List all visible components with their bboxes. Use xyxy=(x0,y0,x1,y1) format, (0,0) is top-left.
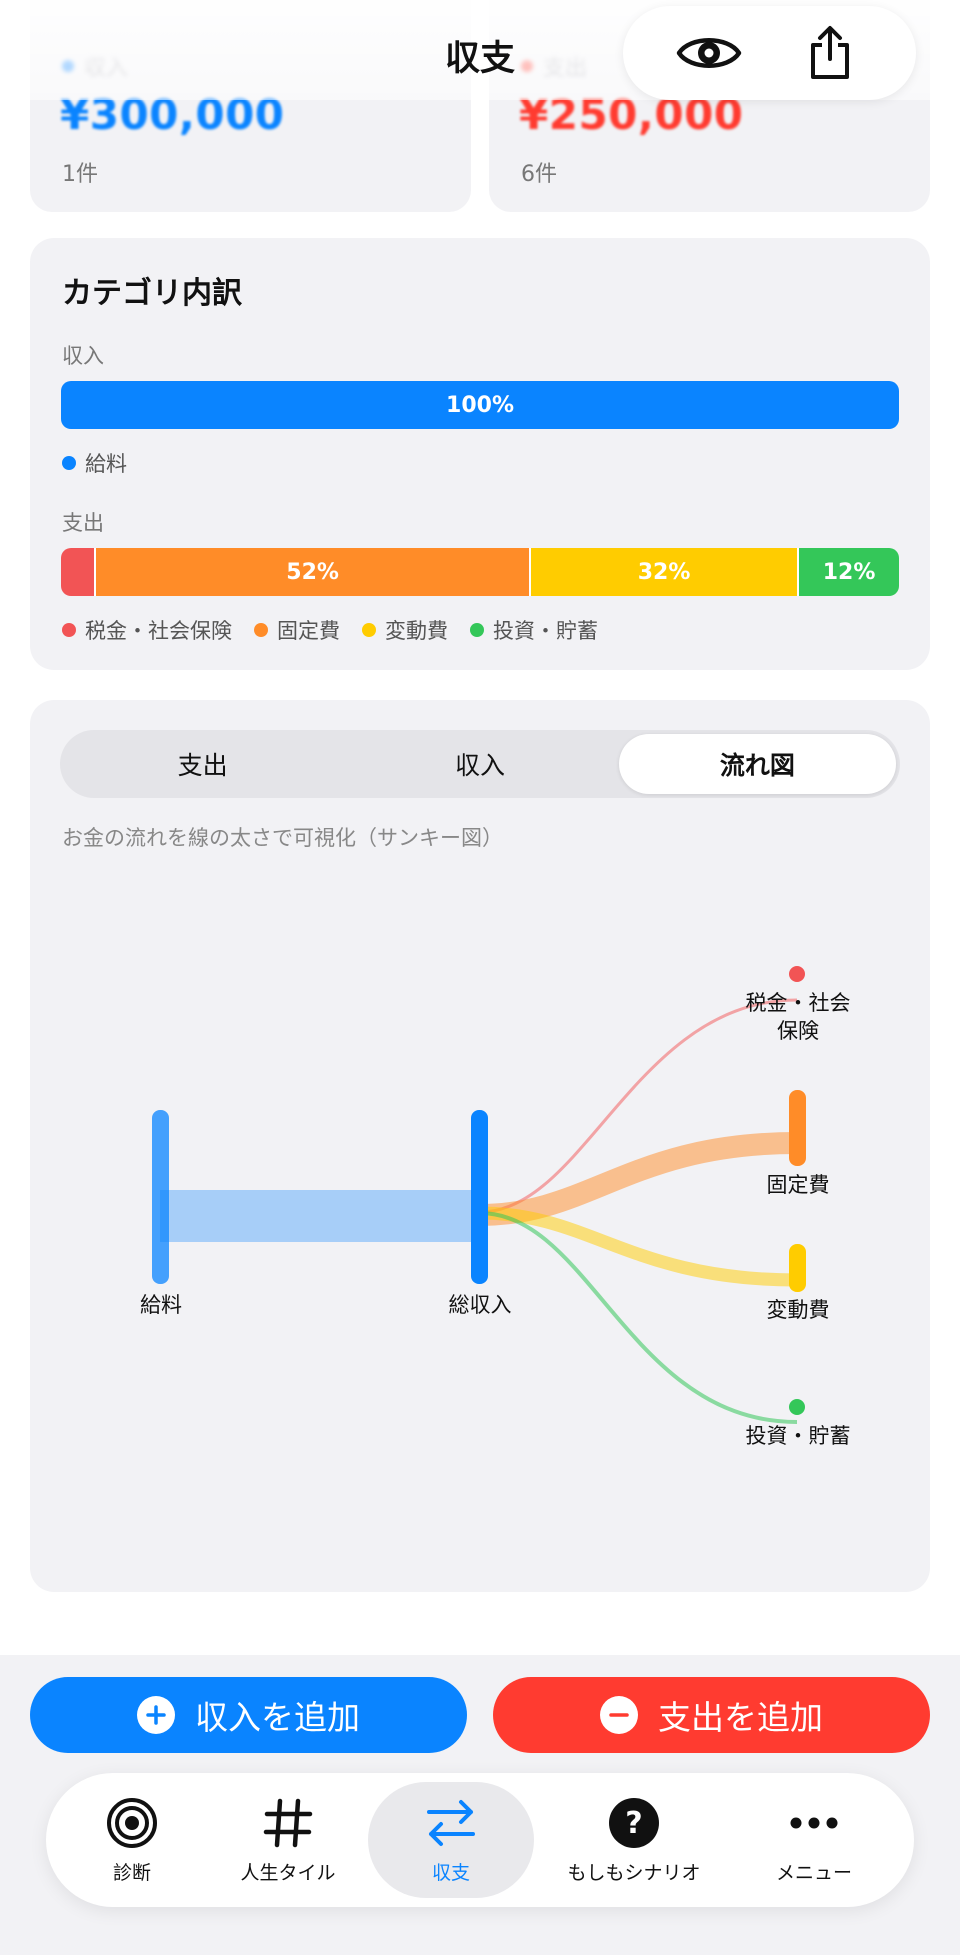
add-income-label: 収入を追加 xyxy=(195,1698,360,1737)
expense-legend-item: 投資・貯蓄 xyxy=(470,615,598,645)
income-segment: 100% xyxy=(61,381,899,429)
label-fixed: 固定費 xyxy=(767,1173,830,1197)
expense-count: 6件 xyxy=(521,162,557,187)
plus-circle-icon xyxy=(137,1696,175,1734)
expense-legend: 税金・社会保険 固定費 変動費 投資・貯蓄 xyxy=(62,615,598,645)
node-salary xyxy=(152,1110,169,1284)
tab-life-tiles[interactable]: 人生タイル xyxy=(208,1782,368,1898)
visibility-button[interactable] xyxy=(674,18,744,88)
sankey-diagram: 給料 総収入 税金・社会 保険 固定費 変動費 投資・貯蓄 xyxy=(140,966,851,1448)
expense-legend-label: 変動費 xyxy=(385,619,448,643)
tab-menu-label: メニュー xyxy=(775,1861,852,1884)
header-actions xyxy=(623,6,916,100)
expense-bar: 52% 32% 12% xyxy=(61,548,899,596)
add-income-button[interactable]: 収入を追加 xyxy=(30,1677,467,1753)
expense-section-label: 支出 xyxy=(62,511,104,535)
tab-bar: 診断 人生タイル 収支 ? もしもシナリオ メニュー xyxy=(46,1773,914,1907)
add-expense-button[interactable]: 支出を追加 xyxy=(493,1677,930,1753)
expense-legend-item: 税金・社会保険 xyxy=(62,615,232,645)
node-total-income xyxy=(471,1110,488,1284)
flow-to-invest xyxy=(479,1211,798,1424)
label-total-income: 総収入 xyxy=(449,1293,512,1317)
share-icon xyxy=(811,26,850,79)
expense-segment: 52% xyxy=(94,548,529,596)
more-icon xyxy=(789,1796,839,1850)
flow-card: 支出 収入 流れ図 お金の流れを線の太さで可視化（サンキー図） 給料 総収入 税金・… xyxy=(30,700,930,1592)
legend-dot-icon xyxy=(254,623,268,637)
tab-income-expense[interactable]: 収支 xyxy=(368,1782,534,1898)
add-expense-label: 支出を追加 xyxy=(658,1698,823,1737)
legend-dot-icon xyxy=(362,623,376,637)
flow-salary-to-total xyxy=(160,1190,478,1242)
node-fixed xyxy=(789,1090,806,1166)
question-icon: ? xyxy=(608,1796,660,1850)
svg-text:?: ? xyxy=(625,1806,642,1841)
grid-icon xyxy=(263,1796,313,1850)
label-invest: 投資・貯蓄 xyxy=(746,1424,851,1448)
income-legend: 給料 xyxy=(62,448,127,478)
minus-circle-icon xyxy=(600,1696,638,1734)
income-count: 1件 xyxy=(62,162,98,187)
expense-legend-label: 税金・社会保険 xyxy=(85,619,232,643)
arrows-icon xyxy=(425,1796,477,1850)
expense-segment xyxy=(61,548,95,596)
node-invest xyxy=(789,1399,805,1415)
expense-legend-label: 固定費 xyxy=(277,619,340,643)
node-tax xyxy=(789,966,805,982)
expense-legend-item: 変動費 xyxy=(362,615,448,645)
node-variable xyxy=(789,1244,806,1292)
income-section-label: 収入 xyxy=(62,344,104,368)
section-title: カテゴリ内訳 xyxy=(62,276,242,311)
expense-legend-label: 投資・貯蓄 xyxy=(493,619,598,643)
label-salary: 給料 xyxy=(140,1293,182,1317)
legend-dot-icon xyxy=(470,623,484,637)
expense-segment: 12% xyxy=(797,548,899,596)
eye-icon xyxy=(676,38,741,68)
expense-segment: 32% xyxy=(528,548,798,596)
income-legend-label: 給料 xyxy=(85,452,127,476)
legend-dot-icon xyxy=(62,456,76,470)
legend-dot-icon xyxy=(62,623,76,637)
label-tax-line1: 税金・社会 xyxy=(746,991,851,1015)
category-breakdown-card: カテゴリ内訳 収入 100% 給料 支出 52% 32% 12% 税金・社会保険 固定… xyxy=(30,238,930,670)
label-variable: 変動費 xyxy=(767,1298,830,1322)
tab-what-if-label: もしもシナリオ xyxy=(567,1861,701,1884)
tab-menu[interactable]: メニュー xyxy=(734,1782,894,1898)
tab-income-expense-label: 収支 xyxy=(431,1861,470,1884)
expense-legend-item: 固定費 xyxy=(254,615,340,645)
label-tax-line2: 保険 xyxy=(777,1019,819,1043)
target-icon xyxy=(106,1796,158,1850)
tab-diagnosis-label: 診断 xyxy=(112,1861,151,1884)
tab-diagnosis[interactable]: 診断 xyxy=(56,1782,208,1898)
flow-to-variable xyxy=(479,1206,798,1287)
income-legend-item: 給料 xyxy=(62,448,127,478)
tab-life-tiles-label: 人生タイル xyxy=(240,1861,336,1884)
share-button[interactable] xyxy=(795,18,865,88)
income-bar: 100% xyxy=(61,381,899,429)
flow-to-fixed xyxy=(479,1132,798,1226)
tab-what-if[interactable]: ? もしもシナリオ xyxy=(534,1782,734,1898)
